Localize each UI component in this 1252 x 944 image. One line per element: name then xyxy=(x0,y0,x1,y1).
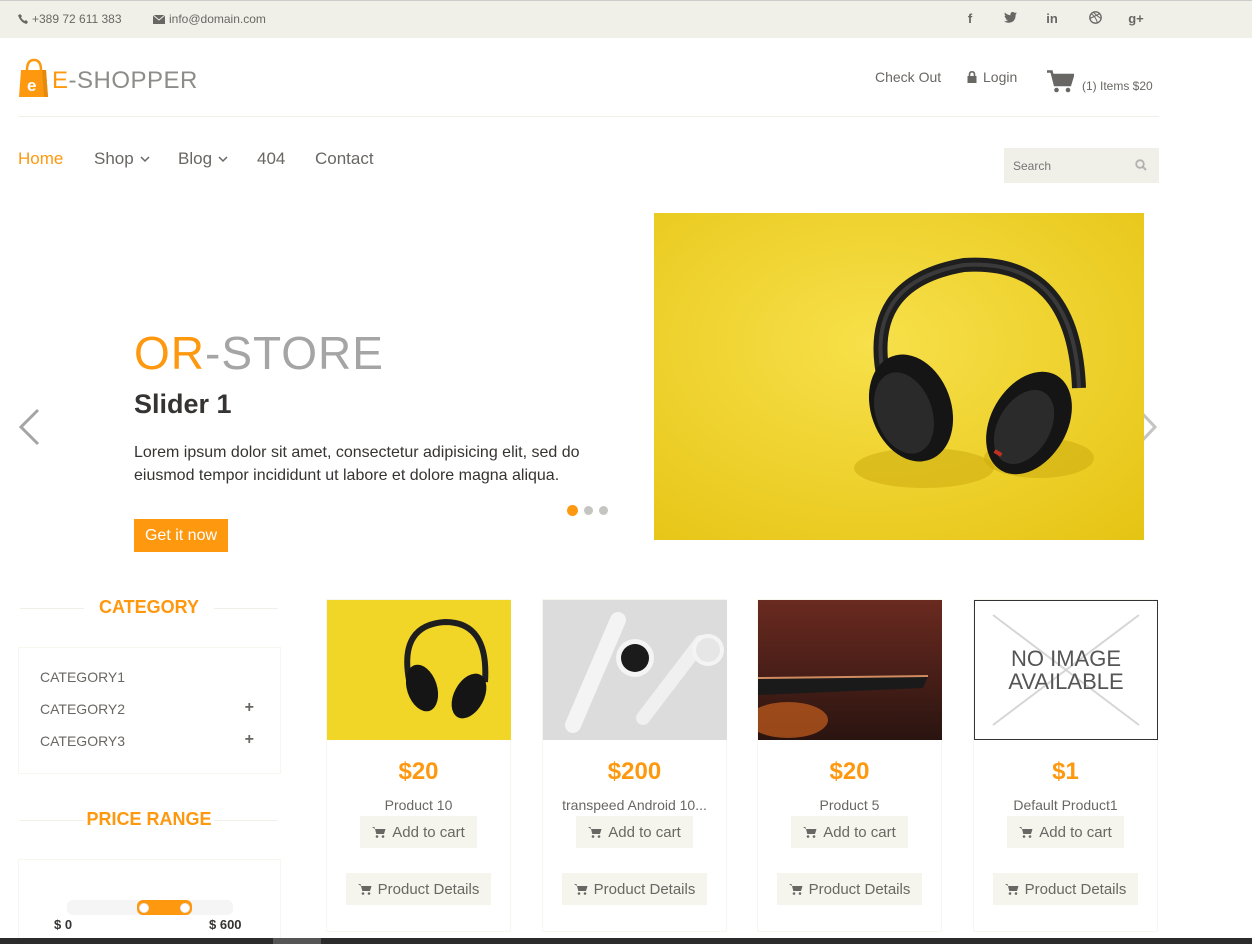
shopping-cart-icon xyxy=(1019,827,1033,838)
chevron-down-icon xyxy=(140,155,150,162)
product-phone-image[interactable] xyxy=(758,600,942,740)
product-smartwatch-image[interactable] xyxy=(543,600,727,740)
shopping-cart-icon xyxy=(1047,70,1074,93)
product-card: NO IMAGE AVAILABLE $1 Default Product1 A… xyxy=(973,599,1158,932)
get-it-now-button[interactable]: Get it now xyxy=(134,519,228,552)
slider-dot-2[interactable] xyxy=(584,506,593,515)
shopping-cart-icon xyxy=(573,884,588,895)
horizontal-scrollbar[interactable] xyxy=(0,938,1252,944)
price-slider-min-handle[interactable] xyxy=(139,903,149,913)
search-icon[interactable] xyxy=(1135,159,1147,171)
slider-prev-arrow-icon[interactable] xyxy=(18,408,40,446)
shopping-bag-icon: e xyxy=(18,58,49,98)
product-name[interactable]: transpeed Android 10... xyxy=(543,797,726,813)
shopping-cart-icon xyxy=(372,827,386,838)
scrollbar-thumb[interactable] xyxy=(273,938,321,944)
logo[interactable]: e E-SHOPPER xyxy=(18,58,198,98)
search-input[interactable] xyxy=(1004,148,1124,183)
google-plus-icon[interactable]: g+ xyxy=(1127,11,1145,26)
phone-contact[interactable]: +389 72 611 383 xyxy=(18,12,122,26)
chevron-down-icon xyxy=(218,155,228,162)
price-range-heading: PRICE RANGE xyxy=(18,809,280,830)
nav-shop[interactable]: Shop xyxy=(94,149,150,169)
nav-contact[interactable]: Contact xyxy=(315,149,374,169)
phone-number: +389 72 611 383 xyxy=(32,12,122,26)
login-link[interactable]: Login xyxy=(967,69,1017,85)
email-address: info@domain.com xyxy=(169,12,266,26)
product-card: $20 Product 5 Add to cart Product Detail… xyxy=(757,599,942,932)
cart-summary: (1) Items $20 xyxy=(1082,78,1153,93)
phone-icon xyxy=(18,14,28,24)
expand-plus-icon[interactable]: + xyxy=(245,731,254,749)
shopping-cart-icon xyxy=(357,884,372,895)
header-divider xyxy=(18,116,1159,117)
product-card: $20 Product 10 Add to cart Product Detai… xyxy=(326,599,511,932)
category-item[interactable]: CATEGORY2 xyxy=(40,701,125,717)
category-heading: CATEGORY xyxy=(18,597,280,618)
nav-404[interactable]: 404 xyxy=(257,149,285,169)
dribbble-icon[interactable] xyxy=(1086,11,1104,27)
product-price: $20 xyxy=(398,758,439,785)
shopping-cart-icon xyxy=(1004,884,1019,895)
product-name[interactable]: Product 5 xyxy=(758,797,941,813)
twitter-icon[interactable] xyxy=(1001,11,1019,26)
category-list: CATEGORY1 CATEGORY2 + CATEGORY3 + xyxy=(18,647,281,774)
product-details-button[interactable]: Product Details xyxy=(346,873,491,905)
top-bar: +389 72 611 383 info@domain.com f in g+ xyxy=(0,0,1252,38)
checkout-link[interactable]: Check Out xyxy=(875,69,941,85)
add-to-cart-button[interactable]: Add to cart xyxy=(576,816,693,848)
hero-headphones-image xyxy=(654,213,1144,540)
slider-subtitle: Slider 1 xyxy=(134,389,232,419)
add-to-cart-button[interactable]: Add to cart xyxy=(791,816,908,848)
slider-title: OR-STORE xyxy=(134,327,384,379)
product-card: $200 transpeed Android 10... Add to cart… xyxy=(542,599,727,932)
shopping-cart-icon xyxy=(588,827,602,838)
search-box xyxy=(1004,148,1159,183)
slider-description: Lorem ipsum dolor sit amet, consectetur … xyxy=(134,444,580,484)
product-headphones-image[interactable] xyxy=(327,600,511,740)
product-price: $1 xyxy=(1052,758,1079,785)
price-max-label: $ 600 xyxy=(209,917,242,932)
slider-dot-1[interactable] xyxy=(567,505,578,516)
product-name[interactable]: Product 10 xyxy=(327,797,510,813)
facebook-icon[interactable]: f xyxy=(961,11,979,26)
product-price: $200 xyxy=(607,758,662,785)
category-item[interactable]: CATEGORY1 xyxy=(40,669,125,685)
brand-name: E-SHOPPER xyxy=(52,67,198,94)
linkedin-icon[interactable]: in xyxy=(1043,11,1061,26)
slider-dot-3[interactable] xyxy=(599,506,608,515)
email-contact[interactable]: info@domain.com xyxy=(153,12,266,26)
svg-text:AVAILABLE: AVAILABLE xyxy=(1008,669,1123,694)
product-name[interactable]: Default Product1 xyxy=(974,797,1157,813)
shopping-cart-icon xyxy=(788,884,803,895)
shopping-cart-icon xyxy=(803,827,817,838)
cart-link[interactable]: (1) Items $20 xyxy=(1047,70,1153,93)
product-details-button[interactable]: Product Details xyxy=(993,873,1138,905)
product-details-button[interactable]: Product Details xyxy=(562,873,707,905)
svg-text:NO IMAGE: NO IMAGE xyxy=(1011,646,1121,671)
nav-blog[interactable]: Blog xyxy=(178,149,228,169)
price-min-label: $ 0 xyxy=(54,917,73,932)
add-to-cart-button[interactable]: Add to cart xyxy=(1007,816,1124,848)
price-slider-max-handle[interactable] xyxy=(180,903,190,913)
no-image-placeholder[interactable]: NO IMAGE AVAILABLE xyxy=(974,600,1158,740)
lock-icon xyxy=(967,71,977,83)
category-item[interactable]: CATEGORY3 xyxy=(40,733,125,749)
price-range-box: $ 0 $ 600 xyxy=(18,859,281,944)
envelope-icon xyxy=(153,14,165,24)
nav-home[interactable]: Home xyxy=(18,149,63,169)
product-price: $20 xyxy=(829,758,870,785)
expand-plus-icon[interactable]: + xyxy=(245,699,254,717)
svg-text:e: e xyxy=(27,76,36,95)
product-details-button[interactable]: Product Details xyxy=(777,873,922,905)
add-to-cart-button[interactable]: Add to cart xyxy=(360,816,477,848)
